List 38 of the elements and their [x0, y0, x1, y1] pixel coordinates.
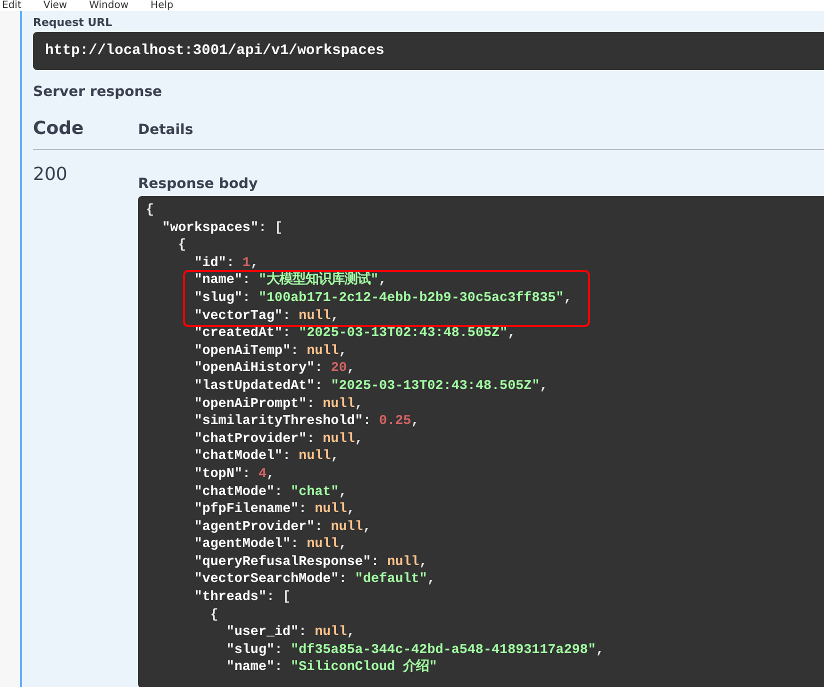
code-line: "user_id": null, — [226, 624, 355, 642]
menu-item[interactable]: Window — [89, 0, 129, 11]
code-line: "chatProvider": null, — [194, 430, 363, 448]
code-line: "topN": 4, — [194, 466, 275, 484]
code-line: { — [210, 606, 218, 624]
section-label: Request URL — [33, 16, 112, 29]
menu-item[interactable]: View — [43, 0, 68, 11]
code-line: "agentProvider": null, — [194, 518, 372, 536]
code-line: "workspaces": [ — [162, 220, 283, 238]
section-label: Response body — [138, 176, 259, 192]
code-line: "name": "大模型知识库测试", — [194, 272, 387, 290]
code-line: "slug": "df35a85a-344c-42bd-a548-41893117a298", — [226, 642, 604, 658]
code-line: "pfpFilename": null, — [194, 501, 355, 519]
code-line: "queryRefusalResponse": null, — [194, 554, 428, 572]
code-line: "vectorTag": null, — [194, 308, 339, 326]
column-header: Code — [33, 118, 85, 139]
code-line: "createdAt": "2025-03-13T02:43:48.505Z", — [194, 325, 516, 343]
menu-item[interactable]: Edit — [2, 0, 22, 11]
code-line: "vectorSearchMode": "default", — [194, 571, 436, 590]
code-line: "chatModel": null, — [194, 448, 339, 466]
code-line: { — [178, 237, 186, 255]
code-line: "openAiHistory": 20, — [194, 360, 355, 378]
code-line: { — [146, 202, 154, 220]
code-line: "agentModel": null, — [194, 536, 347, 554]
code-line: "threads": [ — [194, 589, 291, 607]
code-line: "slug": "100ab171-2c12-4ebb-b2b9-30c5ac3ff835", — [194, 290, 572, 308]
code-line: "similarityThreshold": 0.25, — [194, 413, 420, 431]
column-header: Details — [138, 122, 194, 138]
code-line: "openAiTemp": null, — [194, 342, 347, 360]
code-line: "lastUpdatedAt": "2025-03-13T02:43:48.505Z", — [194, 378, 548, 396]
menu-item[interactable]: Help — [150, 0, 174, 11]
status-code: 200 — [33, 164, 68, 187]
code-line: "name": "SiliconCloud 介绍" — [226, 659, 438, 678]
code-line: "openAiPrompt": null, — [194, 396, 363, 414]
code-line: "id": 1, — [194, 254, 259, 272]
request-url: http://localhost:3001/api/v1/workspaces — [33, 32, 824, 70]
section-title: Server response — [33, 84, 164, 100]
code-line: "chatMode": "chat", — [194, 484, 347, 502]
